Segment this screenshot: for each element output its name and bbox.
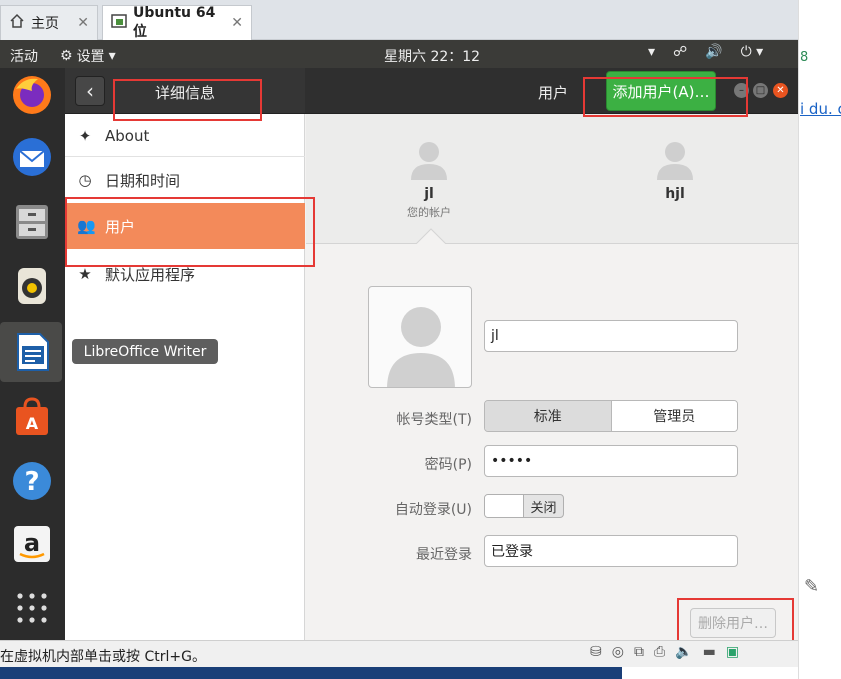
status-hint: 在虚拟机内部单击或按 Ctrl+G。 [0,649,206,665]
star-icon: ★ [78,265,92,283]
annotation-box [677,598,794,644]
annotation-box [65,197,315,267]
libreoffice-writer-icon[interactable] [7,327,57,377]
files-icon[interactable] [7,196,57,246]
app-grid-icon[interactable] [7,583,57,633]
account-type-toggle[interactable]: 标准 管理员 [484,400,738,432]
close-icon[interactable]: ✕ [773,83,788,98]
display-icon[interactable]: ▬ [703,644,716,660]
device-icons: ⛁ ◎ ⧉ ⎙ 🔈 ▬ ▣ [590,644,739,660]
tab-vm-label: Ubuntu 64 位 [133,5,216,40]
autologin-switch[interactable]: 关闭 [484,494,564,518]
sidebar-item-datetime[interactable]: ◷ 日期和时间 [65,158,305,202]
switch-state: 关闭 [530,500,557,516]
user-name: jl [424,186,434,202]
gear-icon: ⚙ [60,48,73,64]
svg-text:a: a [24,529,40,557]
system-tray[interactable]: ▾ ☍ 🔊 ⏻ ▾ [648,44,763,60]
vm-icon [111,13,127,33]
svg-text:?: ? [24,467,39,497]
app-menu[interactable]: ⚙ 设置 ▾ [60,46,116,66]
chevron-down-icon: ▾ [108,48,116,64]
clock[interactable]: 星期六 22：12 [384,46,480,66]
password-field[interactable]: ••••• [484,445,738,477]
sparkle-icon: ✦ [78,127,92,145]
activities-button[interactable]: 活动 [10,46,38,66]
thunderbird-icon[interactable] [7,132,57,182]
network-adapter-icon[interactable]: ⧉ [634,644,644,660]
annotation-box [113,79,262,121]
user-subtitle: 您的帐户 [407,206,451,219]
network-icon[interactable]: ☍ [673,44,687,60]
sidebar-item-label: 日期和时间 [105,171,181,190]
annotation-box [583,77,748,117]
close-icon[interactable]: ✕ [231,15,243,31]
svg-text:A: A [26,414,39,433]
app-menu-label: 设置 [76,49,105,65]
maximize-icon[interactable]: □ [753,83,768,98]
firefox-icon[interactable] [7,70,57,120]
user-card-jl[interactable]: jl 您的帐户 [384,138,474,220]
chevron-left-icon: ‹ [86,79,94,103]
user-avatar-icon [411,142,447,180]
home-icon [9,13,25,33]
account-type-admin[interactable]: 管理员 [611,401,737,431]
sound-icon[interactable]: 🔈 [675,644,692,660]
panel-title: 用户 [538,84,569,102]
tab-home-label: 主页 [31,16,59,32]
last-login-label: 最近登录 [416,547,472,563]
chevron-down-icon[interactable]: ▾ [648,44,655,60]
password-label: 密码(P) [424,457,472,473]
help-icon[interactable]: ? [7,456,57,506]
note-icon[interactable]: ▣ [726,644,739,660]
user-avatar-icon [657,142,693,180]
last-login-field[interactable]: 已登录 [484,535,738,567]
user-name: hjl [665,186,685,202]
tab-home[interactable]: 主页 ✕ [0,5,98,40]
account-type-label: 帐号类型(T) [396,412,472,428]
printer-icon[interactable]: ⎙ [654,644,665,660]
account-type-standard[interactable]: 标准 [485,401,612,431]
amazon-icon[interactable]: a [7,519,57,569]
sidebar-item-label: About [105,127,150,145]
back-button[interactable]: ‹ [75,76,105,106]
divider [65,156,305,157]
host-fragment-number: 8 [800,50,809,65]
switch-knob [485,495,524,517]
user-avatar-icon [387,307,455,387]
clock-icon: ◷ [78,171,92,189]
selection-caret [416,228,446,244]
hard-disk-icon[interactable]: ⛁ [590,644,602,660]
username-field[interactable]: jl [484,320,738,352]
user-list [306,114,798,244]
edit-icon[interactable]: ✎ [804,576,819,597]
power-icon[interactable]: ⏻ ▾ [741,44,764,60]
volume-icon[interactable]: 🔊 [705,44,722,60]
tab-ubuntu-vm[interactable]: Ubuntu 64 位 ✕ [102,5,252,40]
dock-tooltip: LibreOffice Writer [72,339,218,364]
host-fragment-link[interactable]: i du. c [800,100,841,118]
user-avatar-button[interactable] [368,286,472,388]
user-card-hjl[interactable]: hjl [630,138,720,202]
autologin-label: 自动登录(U) [394,502,472,518]
rhythmbox-icon[interactable] [7,261,57,311]
cd-icon[interactable]: ◎ [612,644,624,660]
host-taskbar [0,667,622,679]
close-icon[interactable]: ✕ [77,15,89,31]
software-center-icon[interactable]: A [7,392,57,442]
